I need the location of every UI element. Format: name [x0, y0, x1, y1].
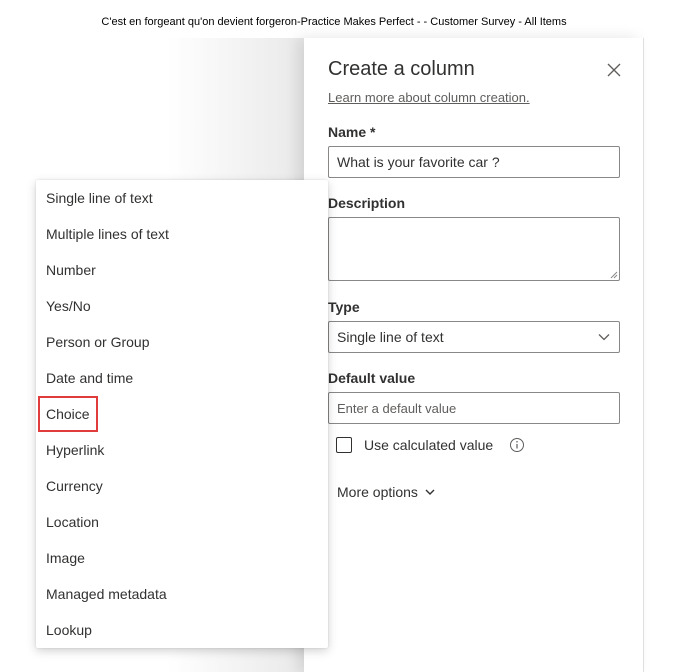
create-column-panel: Create a column Learn more about column …: [304, 38, 643, 672]
close-button[interactable]: [604, 60, 624, 80]
menu-item-single-line-of-text[interactable]: Single line of text: [46, 186, 153, 210]
info-icon[interactable]: [509, 437, 525, 453]
description-field[interactable]: [328, 217, 620, 281]
menu-item-multiple-lines-of-text[interactable]: Multiple lines of text: [46, 222, 169, 246]
menu-item-lookup[interactable]: Lookup: [46, 618, 92, 642]
name-label: Name *: [328, 124, 376, 140]
resize-grip-icon[interactable]: [610, 271, 618, 279]
close-icon: [607, 63, 621, 77]
type-select-value: Single line of text: [337, 329, 444, 345]
menu-item-image[interactable]: Image: [46, 546, 85, 570]
menu-item-person-or-group[interactable]: Person or Group: [46, 330, 150, 354]
window-title: C'est en forgeant qu'on devient forgeron…: [101, 16, 567, 28]
menu-item-number[interactable]: Number: [46, 258, 96, 282]
use-calculated-row: Use calculated value: [336, 437, 525, 453]
menu-item-yes-no[interactable]: Yes/No: [46, 294, 91, 318]
menu-item-location[interactable]: Location: [46, 510, 99, 534]
more-options-button[interactable]: More options: [337, 484, 436, 500]
name-field-value: What is your favorite car ?: [337, 154, 500, 170]
menu-item-hyperlink[interactable]: Hyperlink: [46, 438, 104, 462]
menu-item-date-and-time[interactable]: Date and time: [46, 366, 133, 390]
default-value-placeholder: Enter a default value: [337, 400, 457, 416]
default-value-input[interactable]: Enter a default value: [328, 392, 620, 424]
menu-item-currency[interactable]: Currency: [46, 474, 103, 498]
default-value-label: Default value: [328, 370, 416, 386]
use-calculated-checkbox[interactable]: [336, 437, 352, 453]
type-select[interactable]: Single line of text: [328, 321, 620, 353]
more-options-label: More options: [337, 484, 418, 500]
type-dropdown-menu: Single line of text Multiple lines of te…: [36, 180, 328, 648]
panel-right-divider: [643, 38, 644, 672]
chevron-down-icon: [425, 489, 435, 495]
menu-item-managed-metadata[interactable]: Managed metadata: [46, 582, 167, 606]
chevron-down-icon: [598, 334, 610, 341]
name-field[interactable]: What is your favorite car ?: [328, 146, 620, 178]
menu-item-choice[interactable]: Choice: [38, 396, 98, 432]
learn-more-link[interactable]: Learn more about column creation.: [328, 90, 530, 105]
use-calculated-label[interactable]: Use calculated value: [364, 437, 493, 453]
description-label: Description: [328, 195, 406, 211]
panel-title: Create a column: [328, 58, 475, 80]
type-label: Type: [328, 299, 360, 315]
